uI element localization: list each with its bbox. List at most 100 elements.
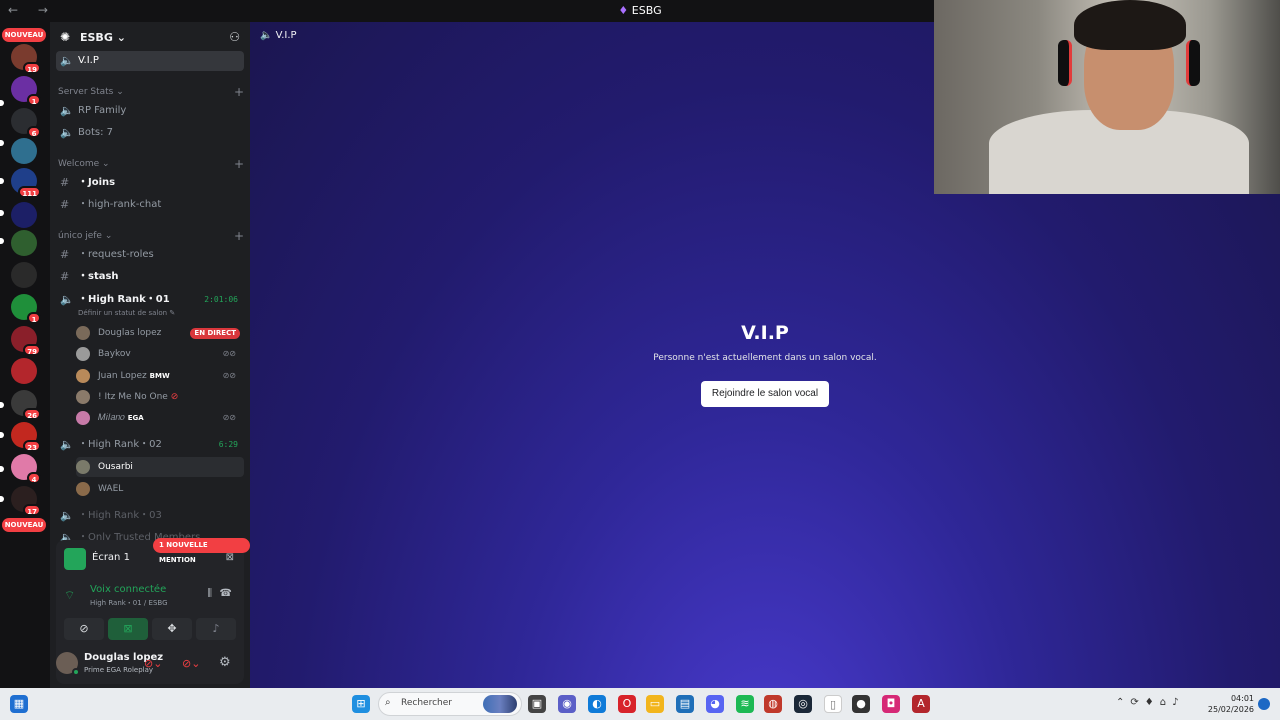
adobe-icon[interactable]: A (912, 695, 930, 713)
task-view-icon[interactable]: ▣ (528, 695, 546, 713)
channel-joins[interactable]: # ・Joins (56, 173, 244, 193)
server-gear-icon: ✺ (60, 30, 71, 44)
speaker-icon: 🔈 (60, 54, 74, 67)
server-icon[interactable]: 111 (11, 168, 41, 198)
channel-bots[interactable]: 🔈 Bots: 7 (56, 123, 244, 143)
server-header[interactable]: ✺ ESBG ⌄ ⚇ (50, 22, 250, 54)
server-icon[interactable]: 19 (11, 44, 41, 74)
channel-high-rank-01[interactable]: 🔈 ・High Rank・01 2:01:06 (56, 290, 244, 310)
muted-icon: ⊘⊘ (222, 371, 236, 380)
store-icon[interactable]: ▤ (676, 695, 694, 713)
widgets-icon[interactable]: ▦ (10, 695, 28, 713)
server-icon[interactable]: 26 (11, 390, 41, 420)
system-tray[interactable]: ⌃⟳♦⌂♪ (1116, 697, 1184, 708)
stop-share-icon[interactable]: ⊠ (226, 552, 234, 563)
webcam-person-hair (1074, 0, 1186, 50)
voice-user[interactable]: ! Itz Me No One ⊘ (76, 387, 244, 407)
search-icon: ⌕ (385, 697, 391, 708)
speaker-icon: 🔈 (60, 509, 74, 522)
unread-pip (0, 496, 4, 502)
unread-badge: 23 (23, 440, 41, 452)
channel-status-hint[interactable]: Définir un statut de salon ✎ (78, 309, 175, 317)
soundboard-button[interactable]: ♪ (196, 618, 236, 640)
unread-pip (0, 466, 4, 472)
screen-share-button[interactable]: ⊠ (108, 618, 148, 640)
voice-user[interactable]: 𝑀𝑖𝑙𝑎𝑛𝑜 EGA ⊘⊘ (76, 408, 244, 428)
add-channel-icon[interactable]: + (234, 229, 244, 243)
voice-user[interactable]: Douglas lopez EN DIRECT (76, 323, 244, 343)
voice-connection: ⌔ Voix connectée High Rank・01 / ESBG ⫼ ☎ (64, 584, 232, 607)
voice-user-self[interactable]: Ousarbi (76, 457, 244, 477)
taskbar-search[interactable]: ⌕ Rechercher (378, 692, 522, 716)
add-channel-icon[interactable]: + (234, 85, 244, 99)
disconnect-icon[interactable]: ☎ (220, 588, 232, 599)
mute-mic-icon[interactable]: ⊘⌄ (144, 657, 162, 670)
noise-suppression-icon[interactable]: ⫼ (207, 588, 212, 599)
live-badge: EN DIRECT (190, 328, 240, 339)
taskbar-clock[interactable]: 04:01 25/02/2026 (1206, 693, 1254, 715)
activities-button[interactable]: ✥ (152, 618, 192, 640)
speaker-icon: 🔈 (60, 126, 74, 139)
stage-subtitle: Personne n'est actuellement dans un salo… (653, 353, 877, 363)
muted-icon: ⊘⊘ (222, 413, 236, 422)
category-welcome[interactable]: Welcome ⌄ + (58, 157, 244, 171)
channel-stash[interactable]: # ・stash (56, 267, 244, 287)
voice-user[interactable]: Juan Lopez BMW ⊘⊘ (76, 366, 244, 386)
channel-rp-family[interactable]: 🔈 RP Family (56, 101, 244, 121)
server-icon[interactable] (11, 230, 37, 256)
voice-controls: ⊘ ⊠ ✥ ♪ (64, 618, 236, 640)
opera-icon[interactable]: O (618, 695, 636, 713)
camera-off-button[interactable]: ⊘ (64, 618, 104, 640)
github-icon[interactable]: ● (852, 695, 870, 713)
notepad-icon[interactable]: ▯ (824, 695, 842, 713)
server-icon[interactable]: 6 (11, 108, 41, 138)
unread-pip (0, 178, 4, 184)
deafen-icon[interactable]: ⊘⌄ (182, 657, 200, 670)
steam-icon[interactable]: ◎ (794, 695, 812, 713)
server-icon[interactable] (11, 202, 37, 228)
avatar (76, 369, 90, 383)
server-icon[interactable]: 4 (11, 454, 41, 484)
settings-gear-icon[interactable]: ⚙ (219, 655, 231, 670)
channel-vip[interactable]: 🔈 V.I.P (56, 51, 244, 71)
signal-icon[interactable]: ⌔ (64, 588, 75, 603)
headphone-icon (1186, 40, 1200, 86)
unread-badge: 1 (27, 312, 41, 324)
channel-high-rank-02[interactable]: 🔈 ・High Rank・02 6:29 (56, 435, 244, 455)
server-icon[interactable]: 1 (11, 294, 41, 324)
server-icon[interactable] (11, 138, 37, 164)
server-icon[interactable]: 79 (11, 326, 41, 356)
spotify-icon[interactable]: ≋ (736, 695, 754, 713)
unread-badge: 79 (23, 344, 41, 356)
server-icon[interactable]: 17 (11, 486, 41, 516)
file-explorer-icon[interactable]: ▭ (646, 695, 664, 713)
voice-user[interactable]: WAEL (76, 479, 244, 499)
category-server-stats[interactable]: Server Stats ⌄ + (58, 85, 244, 99)
discord-icon[interactable]: ◕ (706, 695, 724, 713)
new-badge[interactable]: NOUVEAU (2, 518, 46, 532)
edge-icon[interactable]: ◐ (588, 695, 606, 713)
invite-icon[interactable]: ⚇ (229, 30, 240, 44)
new-badge[interactable]: NOUVEAU (2, 28, 46, 42)
teams-icon[interactable]: ◉ (558, 695, 576, 713)
server-icon[interactable]: 1 (11, 76, 41, 106)
windows-taskbar: ▦ ⊞ ⌕ Rechercher ▣ ◉ ◐ O ▭ ▤ ◕ ≋ ◍ ◎ ▯ ●… (0, 688, 1280, 720)
category-unico-jefe[interactable]: único jefe ⌄ + (58, 229, 244, 243)
windows-start-icon[interactable]: ⊞ (352, 695, 370, 713)
notification-icon[interactable] (1258, 698, 1270, 710)
channel-high-rank-03[interactable]: 🔈 ・High Rank・03 (56, 506, 244, 526)
instagram-icon[interactable]: ◘ (882, 695, 900, 713)
server-icon[interactable] (11, 358, 37, 384)
join-voice-button[interactable]: Rejoindre le salon vocal (701, 381, 829, 407)
server-icon[interactable]: 23 (11, 422, 41, 452)
app-icon[interactable]: ◍ (764, 695, 782, 713)
unread-pip (0, 402, 4, 408)
channel-request-roles[interactable]: # ・request-roles (56, 245, 244, 265)
channel-high-rank-chat[interactable]: # ・high-rank-chat (56, 195, 244, 215)
search-highlight-image (483, 695, 517, 713)
add-channel-icon[interactable]: + (234, 157, 244, 171)
server-icon[interactable] (11, 262, 37, 288)
mention-banner[interactable]: 1 NOUVELLE MENTION (153, 538, 250, 564)
voice-user[interactable]: Baykov ⊘⊘ (76, 344, 244, 364)
voice-timer: 6:29 (218, 440, 238, 449)
